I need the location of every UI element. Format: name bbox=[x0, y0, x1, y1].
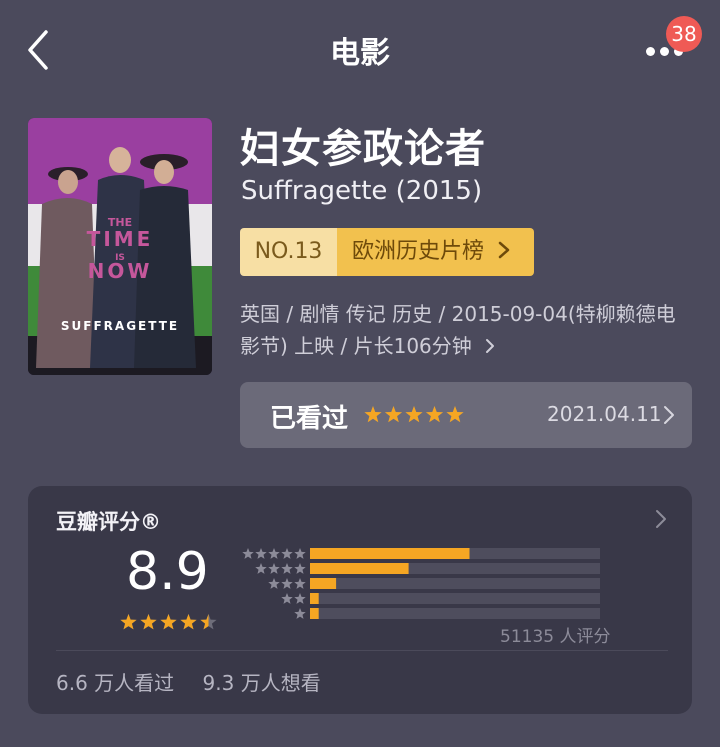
chevron-right-icon bbox=[664, 406, 674, 424]
chevron-right-icon bbox=[498, 241, 510, 259]
meta-line-2: 影节) 上映 / 片长106分钟 bbox=[240, 330, 696, 362]
poster-image: THE TIME IS NOW SUFFRAGETTE bbox=[28, 118, 212, 375]
dist-star-label bbox=[242, 548, 254, 559]
dist-bar-1-star bbox=[310, 608, 319, 619]
watched-date: 2021.04.11 bbox=[547, 402, 662, 426]
dist-bar-track bbox=[310, 608, 600, 619]
ranking-tag[interactable]: NO.13 欧洲历史片榜 bbox=[240, 228, 534, 276]
meta-line-1: 英国 / 剧情 传记 历史 / 2015-09-04(特柳赖德电 bbox=[240, 302, 676, 326]
rating-distribution bbox=[242, 548, 600, 619]
poster-text-time: TIME bbox=[87, 227, 154, 251]
dist-star-label bbox=[281, 578, 293, 589]
rank-number: NO.13 bbox=[240, 228, 337, 276]
rank-list-label: 欧洲历史片榜 bbox=[352, 239, 485, 264]
meta-line-2-text: 影节) 上映 / 片长106分钟 bbox=[240, 334, 472, 358]
poster-brand-text: SUFFRAGETTE bbox=[61, 319, 179, 333]
dist-star-label bbox=[294, 593, 306, 604]
dist-bar-4-star bbox=[310, 563, 409, 574]
page-title: 电影 bbox=[330, 36, 390, 71]
user-star bbox=[405, 406, 423, 423]
poster-text-now: NOW bbox=[88, 259, 153, 283]
dist-bar-3-star bbox=[310, 578, 337, 589]
dist-star-label bbox=[268, 548, 280, 559]
user-star bbox=[364, 406, 382, 423]
score-star bbox=[120, 614, 137, 630]
dist-bar-2-star bbox=[310, 593, 319, 604]
douban-rating-card[interactable]: 豆瓣评分® 8.9 51135 人评分 6.6 万人看过 9.3 万人想看 bbox=[28, 486, 692, 714]
watched-count[interactable]: 6.6 万人看过 bbox=[56, 671, 174, 695]
movie-title-zh: 妇女参政论者 bbox=[240, 126, 486, 172]
watched-label: 已看过 bbox=[270, 404, 349, 434]
dist-star-label bbox=[294, 608, 306, 619]
rating-count: 51135 人评分 bbox=[500, 627, 611, 647]
rating-score: 8.9 bbox=[126, 542, 209, 602]
score-star bbox=[180, 614, 197, 630]
dist-bar-5-star bbox=[310, 548, 470, 559]
watch-stats: 6.6 万人看过 9.3 万人想看 bbox=[56, 667, 321, 696]
dist-star-label bbox=[281, 593, 293, 604]
user-star bbox=[425, 406, 444, 423]
nav-bar: 电影 38 bbox=[0, 0, 720, 100]
rating-header: 豆瓣评分® bbox=[56, 510, 161, 534]
dist-star-label bbox=[281, 563, 293, 574]
notification-badge[interactable]: 38 bbox=[666, 16, 702, 52]
dist-bar-track bbox=[310, 593, 600, 604]
chevron-right-icon bbox=[486, 339, 495, 353]
user-rating-stars bbox=[364, 406, 464, 423]
dist-star-label bbox=[255, 548, 267, 559]
user-star bbox=[384, 406, 403, 423]
dist-star-label bbox=[294, 548, 306, 559]
wish-count[interactable]: 9.3 万人想看 bbox=[203, 671, 321, 695]
score-star bbox=[160, 614, 177, 630]
movie-meta[interactable]: 英国 / 剧情 传记 历史 / 2015-09-04(特柳赖德电 影节) 上映 … bbox=[240, 298, 696, 362]
dist-bar-track bbox=[310, 578, 600, 589]
more-dots-icon bbox=[646, 47, 655, 56]
dist-star-label bbox=[255, 563, 267, 574]
dist-star-label bbox=[294, 578, 306, 589]
movie-poster[interactable]: THE TIME IS NOW SUFFRAGETTE bbox=[28, 118, 212, 375]
rank-list-name: 欧洲历史片榜 bbox=[337, 228, 534, 276]
score-star bbox=[140, 614, 157, 630]
divider bbox=[56, 650, 668, 651]
movie-title-en: Suffragette (2015) bbox=[241, 176, 483, 206]
dist-star-label bbox=[268, 563, 280, 574]
dist-star-label bbox=[268, 578, 280, 589]
chevron-right-icon[interactable] bbox=[654, 508, 668, 530]
dist-star-label bbox=[294, 563, 306, 574]
more-dot bbox=[660, 47, 669, 56]
user-star bbox=[446, 406, 464, 423]
dist-star-label bbox=[281, 548, 293, 559]
score-stars bbox=[120, 614, 217, 630]
watched-status-card[interactable]: 已看过 2021.04.11 bbox=[240, 382, 692, 448]
